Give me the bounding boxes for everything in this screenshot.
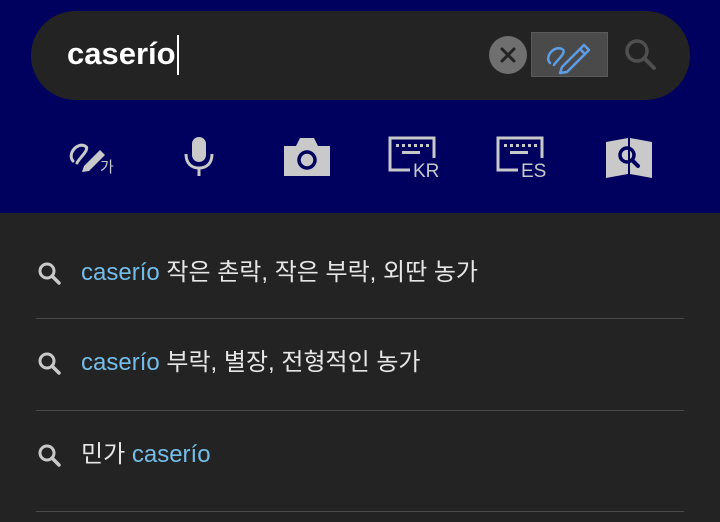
camera-search-button[interactable] — [282, 134, 332, 180]
suggestion-item[interactable]: caserío 부락, 별장, 전형적인 농가 — [0, 319, 720, 411]
search-bar[interactable]: caserío — [31, 11, 690, 100]
suggestion-text: caserío 부락, 별장, 전형적인 농가 — [81, 348, 421, 378]
korean-keyboard-button[interactable]: KR — [388, 134, 444, 182]
camera-icon — [284, 138, 330, 176]
suggestion-item[interactable]: 민가 caserío — [0, 411, 720, 503]
suggestion-item[interactable]: caserío 작은 촌락, 작은 부락, 외딴 농가 — [0, 227, 720, 319]
book-search-icon — [606, 138, 652, 178]
handwriting-button[interactable] — [531, 32, 608, 77]
search-header: caserío 가 KR ES — [0, 0, 720, 213]
suggestion-term: caserío — [81, 259, 160, 286]
search-icon — [38, 262, 61, 285]
suggestion-term: caserío — [81, 349, 160, 376]
keyboard-kr-label: KR — [413, 161, 439, 180]
dictionary-search-button[interactable] — [604, 134, 654, 180]
search-input[interactable]: caserío — [67, 34, 176, 74]
suggestion-term: caserío — [131, 441, 211, 468]
close-icon — [500, 47, 516, 63]
text-cursor — [177, 35, 179, 75]
divider — [36, 511, 684, 512]
search-icon — [625, 39, 656, 70]
keyboard-es-icon: ES — [496, 136, 552, 182]
korean-handwriting-button[interactable]: 가 — [64, 134, 114, 180]
clear-button[interactable] — [489, 36, 527, 74]
microphone-icon — [184, 137, 214, 176]
keyboard-es-label: ES — [521, 161, 546, 180]
suggestion-text: 민가 caserío — [81, 440, 211, 470]
handwriting-korean-label: 가 — [100, 158, 114, 176]
handwriting-pen-icon — [546, 43, 591, 75]
search-button[interactable] — [621, 35, 661, 75]
keyboard-kr-icon: KR — [388, 136, 444, 182]
spanish-keyboard-button[interactable]: ES — [496, 134, 552, 182]
suggestion-meaning: 부락, 별장, 전형적인 농가 — [166, 349, 421, 376]
suggestion-text: caserío 작은 촌락, 작은 부락, 외딴 농가 — [81, 258, 478, 288]
search-icon — [38, 352, 61, 375]
search-icon — [38, 444, 61, 467]
voice-search-button[interactable] — [174, 134, 224, 180]
handwriting-korean-icon: 가 — [69, 143, 114, 176]
suggestion-meaning: 민가 — [81, 441, 126, 468]
suggestion-meaning: 작은 촌락, 작은 부락, 외딴 농가 — [166, 259, 479, 286]
